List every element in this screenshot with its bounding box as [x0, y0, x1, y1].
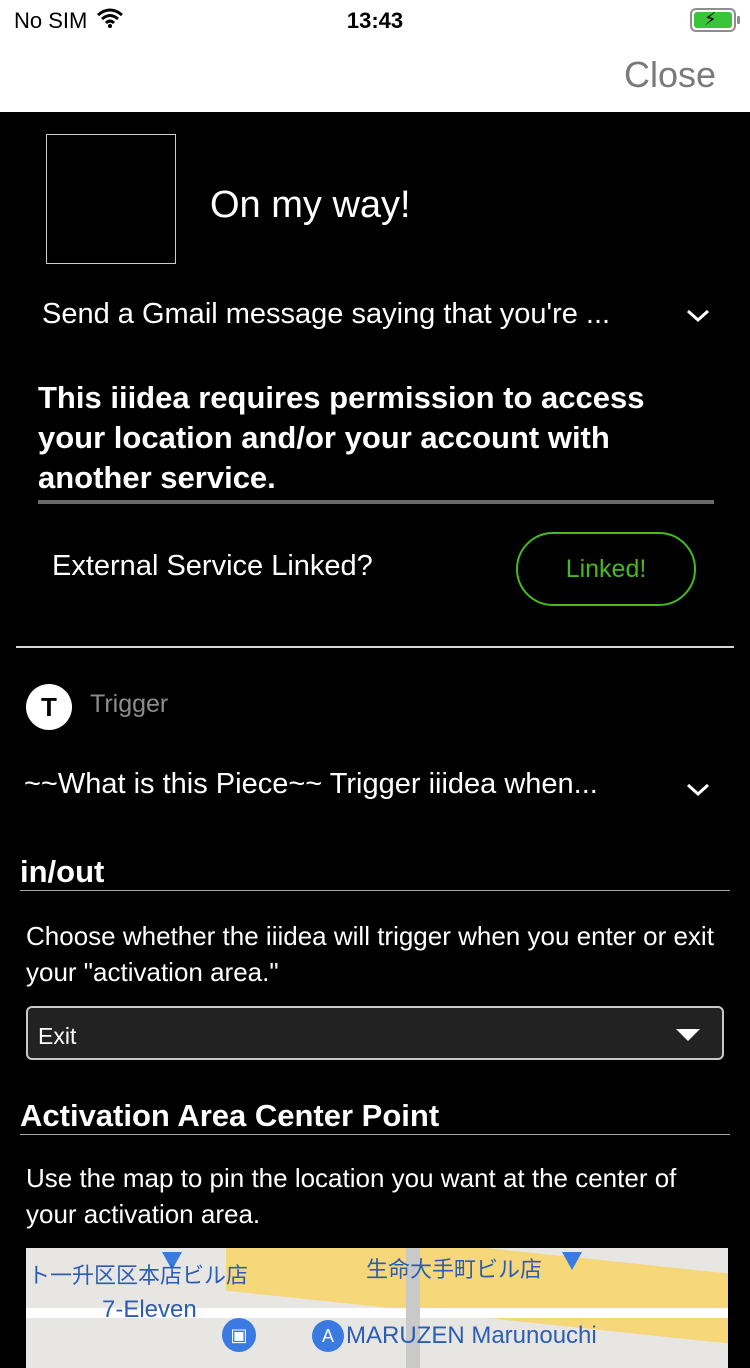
inout-title: in/out [20, 854, 105, 889]
trigger-label: Trigger [90, 690, 169, 718]
close-button[interactable]: Close [624, 54, 716, 96]
applet-detail: On my way! Send a Gmail message saying t… [0, 112, 750, 1368]
activation-area-title: Activation Area Center Point [20, 1098, 440, 1133]
map-label: 7-Eleven [102, 1296, 197, 1323]
permission-notice: This iiidea requires permission to acces… [38, 378, 714, 504]
trigger-icon: T [26, 684, 72, 730]
inout-help: Choose whether the iiidea will trigger w… [26, 921, 714, 987]
external-service-label: External Service Linked? [52, 550, 373, 582]
applet-description[interactable]: Send a Gmail message saying that you're … [42, 294, 662, 334]
nav-bar: Close [0, 40, 750, 112]
map-label: ト一升区区本店ビル店 [28, 1263, 249, 1288]
status-time: 13:43 [346, 8, 404, 33]
inout-select[interactable]: Exit [26, 1006, 724, 1060]
trigger-description[interactable]: ~~What is this Piece~~ Trigger iiidea wh… [24, 768, 664, 801]
store-icon[interactable]: ▣ [222, 1318, 256, 1352]
battery-icon: ⚡ [690, 8, 740, 32]
location-map[interactable]: ト一升区区本店ビル店 生命大手町ビル店 7-Eleven ▣ A MARUZEN… [26, 1248, 728, 1368]
chevron-down-icon[interactable] [686, 298, 710, 330]
status-bar: No SIM 13:43 ⚡ [0, 0, 750, 40]
divider [16, 646, 734, 648]
shop-icon[interactable]: A [312, 1320, 344, 1352]
section-divider [20, 1134, 730, 1135]
map-pin-icon[interactable] [562, 1252, 582, 1270]
map-label: 生命大手町ビル店 [366, 1257, 543, 1282]
activation-area-help: Use the map to pin the location you want… [26, 1163, 677, 1229]
dropdown-arrow-icon [676, 1029, 700, 1041]
linked-button[interactable]: Linked! [516, 532, 696, 606]
chevron-down-icon[interactable] [686, 772, 710, 804]
applet-title: On my way! [210, 184, 411, 226]
map-label: MARUZEN Marunouchi [346, 1322, 597, 1349]
inout-selected-value: Exit [38, 1023, 77, 1049]
section-divider [20, 890, 730, 891]
applet-image [46, 134, 176, 264]
